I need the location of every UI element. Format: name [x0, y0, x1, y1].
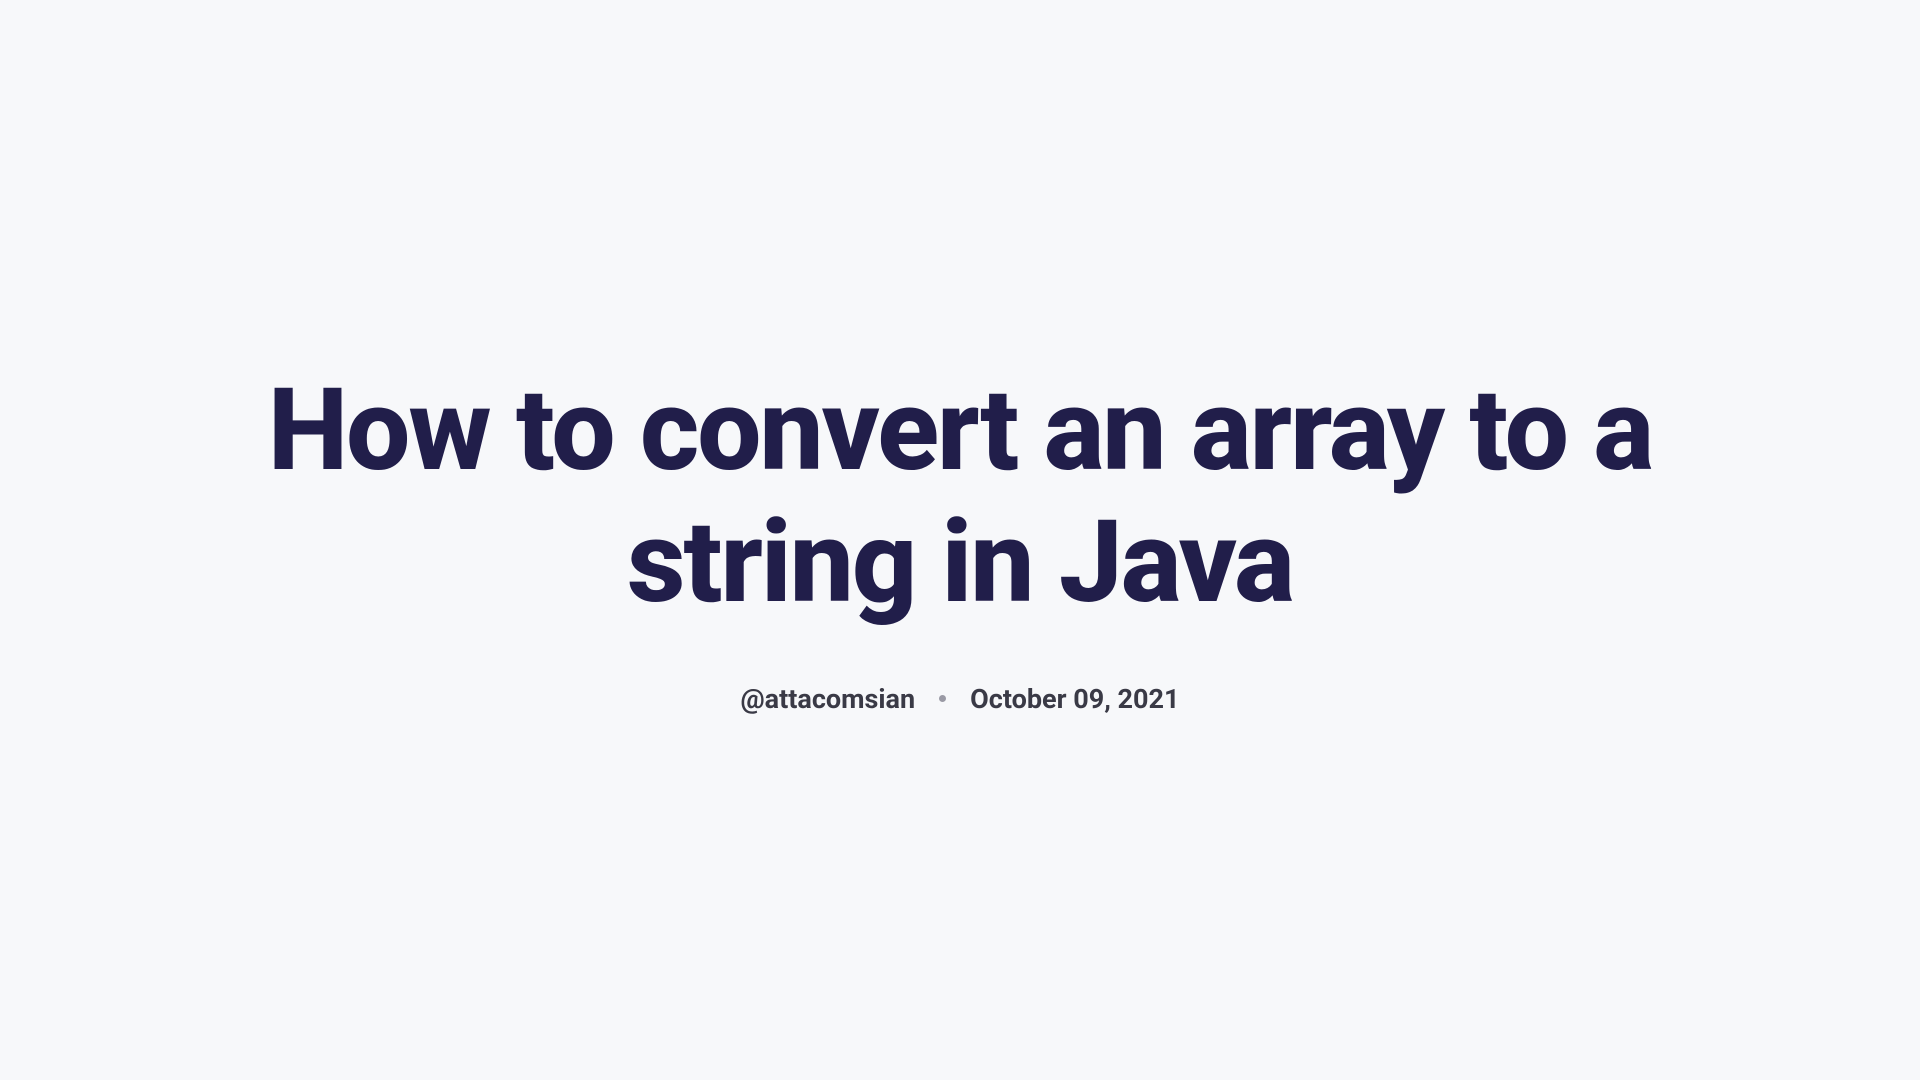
author-handle[interactable]: @attacomsian [740, 683, 915, 715]
meta-container: @attacomsian October 09, 2021 [740, 683, 1179, 715]
publish-date: October 09, 2021 [970, 683, 1179, 715]
page-title: How to convert an array to a string in J… [260, 365, 1660, 627]
separator-dot-icon [939, 695, 946, 702]
